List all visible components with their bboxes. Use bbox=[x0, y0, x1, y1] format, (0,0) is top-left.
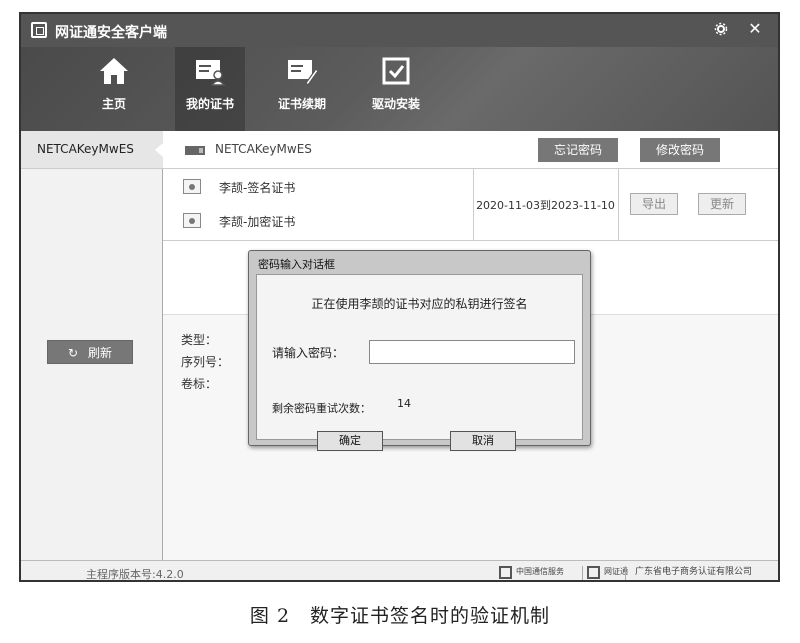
logo-text: 广东省电子商务认证有限公司 bbox=[635, 567, 753, 577]
tab-certificate-renewal[interactable]: 证书续期 bbox=[267, 47, 337, 131]
cancel-button[interactable]: 取消 bbox=[450, 431, 516, 451]
certificate-edit-icon bbox=[288, 60, 318, 86]
version-text: 主程序版本号:4.2.0 bbox=[86, 568, 184, 581]
device-bar: NETCAKeyMwES 忘记密码 修改密码 bbox=[163, 131, 778, 169]
password-input[interactable] bbox=[369, 340, 575, 364]
tab-home-label: 主页 bbox=[101, 97, 126, 111]
refresh-button[interactable]: ↻ 刷新 bbox=[47, 340, 133, 364]
tab-my-certificates[interactable]: 我的证书 bbox=[175, 47, 245, 131]
dialog-message: 正在使用李颉的证书对应的私钥进行签名 bbox=[311, 297, 528, 311]
certificate-validity: 2020-11-03到2023-11-10 bbox=[476, 199, 615, 212]
certificate-icon bbox=[183, 179, 201, 194]
volume-label: 卷标： bbox=[181, 377, 218, 391]
tab-my-certificates-label: 我的证书 bbox=[185, 97, 234, 111]
tab-pointer-arrow bbox=[155, 143, 163, 157]
title-bar: 网证通安全客户端 ✕ bbox=[21, 14, 778, 47]
update-button[interactable]: 更新 bbox=[698, 193, 746, 215]
certificate-user-icon bbox=[196, 60, 226, 86]
divider bbox=[625, 566, 626, 580]
gear-icon[interactable] bbox=[708, 18, 734, 40]
refresh-label: 刷新 bbox=[87, 346, 112, 360]
divider bbox=[618, 169, 619, 241]
logo-mark-icon bbox=[587, 566, 600, 579]
main-toolbar: 主页 我的证书 证书续期 驱动安装 bbox=[21, 47, 778, 131]
figure-caption: 图 2 数字证书签名时的验证机制 bbox=[249, 605, 551, 627]
certificate-list: 李颉-签名证书 李颉-加密证书 2020-11-03到2023-11-10 导出… bbox=[163, 169, 778, 241]
retry-label: 剩余密码重试次数： bbox=[272, 402, 371, 415]
device-tab[interactable]: NETCAKeyMwES bbox=[21, 131, 163, 169]
serial-label: 序列号： bbox=[181, 355, 230, 369]
password-label: 请输入密码： bbox=[272, 346, 345, 360]
status-bar: 主程序版本号:4.2.0 中国通信服务 网证通 广东省电子商务认证有限公司 bbox=[21, 560, 778, 581]
change-password-button[interactable]: 修改密码 bbox=[640, 138, 720, 162]
tab-driver-install[interactable]: 驱动安装 bbox=[361, 47, 431, 131]
netca-logo: 网证通 bbox=[587, 565, 628, 580]
usb-key-icon bbox=[185, 146, 205, 155]
certificate-name: 李颉-加密证书 bbox=[219, 215, 296, 229]
logo-mark-icon bbox=[499, 566, 512, 579]
close-icon[interactable]: ✕ bbox=[742, 18, 768, 40]
dialog-body: 正在使用李颉的证书对应的私钥进行签名 请输入密码： 剩余密码重试次数： 14 确… bbox=[256, 274, 583, 451]
divider bbox=[582, 566, 583, 580]
retry-count: 14 bbox=[397, 397, 411, 410]
left-panel: ↻ 刷新 bbox=[21, 169, 163, 560]
dialog-title: 密码输入对话框 bbox=[258, 258, 335, 271]
device-name: NETCAKeyMwES bbox=[215, 142, 312, 156]
app-logo-icon bbox=[31, 22, 47, 38]
certificate-icon bbox=[183, 213, 201, 228]
app-title: 网证通安全客户端 bbox=[55, 25, 167, 41]
export-button[interactable]: 导出 bbox=[630, 193, 678, 215]
home-icon bbox=[100, 58, 128, 84]
logo-text: 中国通信服务 bbox=[516, 567, 564, 576]
device-tab-label: NETCAKeyMwES bbox=[37, 142, 134, 156]
gd-certification-logo: 广东省电子商务认证有限公司 bbox=[629, 565, 774, 580]
type-label: 类型： bbox=[181, 333, 218, 347]
ok-button[interactable]: 确定 bbox=[317, 431, 383, 451]
certificate-name: 李颉-签名证书 bbox=[219, 181, 296, 195]
refresh-icon: ↻ bbox=[68, 346, 79, 360]
tab-driver-install-label: 驱动安装 bbox=[371, 97, 420, 111]
checkbox-install-icon bbox=[382, 57, 410, 85]
tab-home[interactable]: 主页 bbox=[79, 47, 149, 131]
forgot-password-button[interactable]: 忘记密码 bbox=[538, 138, 618, 162]
password-dialog: 密码输入对话框 正在使用李颉的证书对应的私钥进行签名 请输入密码： 剩余密码重试… bbox=[248, 250, 591, 451]
china-commerce-logo: 中国通信服务 bbox=[499, 565, 581, 580]
tab-certificate-renewal-label: 证书续期 bbox=[277, 97, 326, 111]
